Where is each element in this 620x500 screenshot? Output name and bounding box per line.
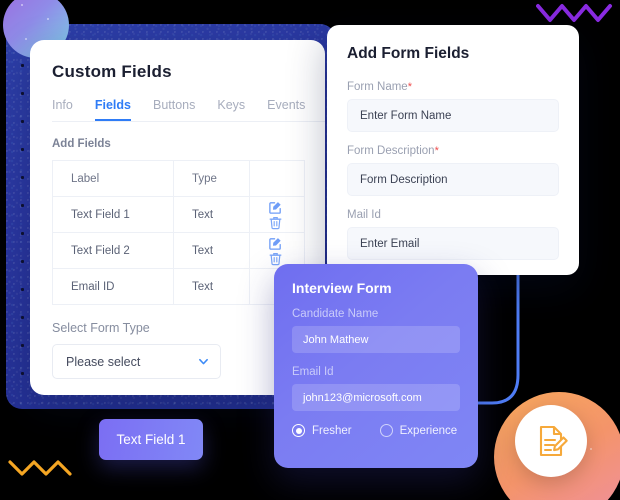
text-field-1-chip[interactable]: Text Field 1 xyxy=(99,419,203,460)
mail-id-input[interactable]: Enter Email xyxy=(347,227,559,260)
form-type-group: Select Form Type Please select xyxy=(52,321,305,379)
chevron-down-icon xyxy=(199,358,208,365)
delete-icon[interactable] xyxy=(268,215,283,230)
tab-info[interactable]: Info xyxy=(52,98,73,121)
cell-label: Email ID xyxy=(52,268,174,305)
zigzag-orange-icon xyxy=(8,458,74,478)
dot-column xyxy=(21,64,24,400)
text-field-1-chip-label: Text Field 1 xyxy=(116,432,186,447)
radio-experience[interactable]: Experience xyxy=(379,424,458,437)
cell-type: Text xyxy=(172,268,250,305)
document-badge xyxy=(515,405,587,477)
email-id-input[interactable]: john123@microsoft.com xyxy=(292,384,460,411)
tab-fields[interactable]: Fields xyxy=(94,98,131,121)
table-row: Text Field 1 Text xyxy=(52,196,306,233)
interview-form-card: Interview Form Candidate Name John Mathe… xyxy=(274,264,478,468)
candidate-name-label: Candidate Name xyxy=(292,308,379,320)
email-id-label: Email Id xyxy=(292,366,334,378)
cell-type: Text xyxy=(172,232,250,269)
form-type-selected-value: Please select xyxy=(66,354,141,369)
column-header-type: Type xyxy=(172,160,250,197)
cell-label: Text Field 1 xyxy=(52,196,174,233)
radio-fresher-label: Fresher xyxy=(312,424,352,437)
required-marker: * xyxy=(407,81,412,93)
cell-actions xyxy=(248,196,306,233)
tab-keys[interactable]: Keys xyxy=(217,98,245,121)
select-form-type-label: Select Form Type xyxy=(52,321,150,335)
table-row: Text Field 2 Text xyxy=(52,232,306,269)
interview-form-title: Interview Form xyxy=(292,280,392,296)
cell-label: Text Field 2 xyxy=(52,232,174,269)
radio-selected-icon xyxy=(292,424,305,437)
form-description-input[interactable]: Form Description xyxy=(347,163,559,196)
required-marker: * xyxy=(434,145,439,157)
add-form-fields-title: Add Form Fields xyxy=(347,45,470,62)
screenshot-root: Custom Fields Info Fields Buttons Keys E… xyxy=(0,0,620,500)
cell-type: Text xyxy=(172,196,250,233)
mail-id-label: Mail Id xyxy=(347,209,381,221)
form-description-label: Form Description* xyxy=(347,145,439,157)
fields-table: Label Type Text Field 1 Text Text Field … xyxy=(52,160,306,305)
form-type-select[interactable]: Please select xyxy=(52,344,221,379)
tab-buttons[interactable]: Buttons xyxy=(153,98,195,121)
form-name-input[interactable]: Enter Form Name xyxy=(347,99,559,132)
tab-events[interactable]: Events xyxy=(267,98,305,121)
tab-bar: Info Fields Buttons Keys Events xyxy=(52,98,325,122)
column-header-actions xyxy=(248,160,306,197)
delete-icon[interactable] xyxy=(268,251,283,266)
form-name-group: Form Name* Enter Form Name xyxy=(347,81,559,132)
table-header-row: Label Type xyxy=(52,160,306,197)
zigzag-purple-icon xyxy=(536,2,614,24)
form-description-group: Form Description* Form Description xyxy=(347,145,559,196)
experience-radio-group: Fresher Experience xyxy=(292,424,460,437)
form-name-label: Form Name* xyxy=(347,81,412,93)
add-form-fields-card: Add Form Fields Form Name* Enter Form Na… xyxy=(327,25,579,275)
table-row: Email ID Text xyxy=(52,268,306,305)
edit-icon[interactable] xyxy=(268,200,283,215)
add-fields-label: Add Fields xyxy=(52,138,111,150)
column-header-label: Label xyxy=(52,160,174,197)
document-edit-icon xyxy=(539,425,568,457)
mail-id-group: Mail Id Enter Email xyxy=(347,209,559,260)
edit-icon[interactable] xyxy=(268,236,283,251)
radio-fresher[interactable]: Fresher xyxy=(292,424,352,437)
radio-unselected-icon xyxy=(379,424,393,437)
radio-experience-label: Experience xyxy=(399,424,458,437)
page-title: Custom Fields xyxy=(52,62,172,81)
candidate-name-input[interactable]: John Mathew xyxy=(292,326,460,353)
